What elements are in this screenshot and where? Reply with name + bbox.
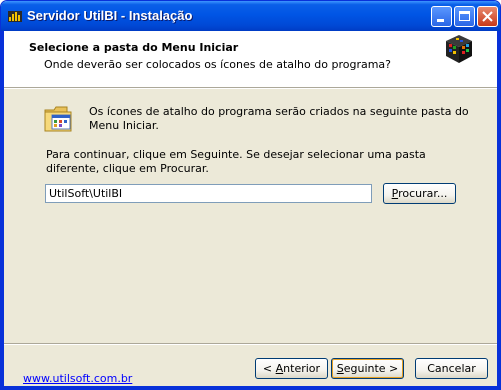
- close-icon: [482, 11, 493, 22]
- setup-window: Servidor UtilBI - Instalação Selecione a…: [0, 0, 501, 390]
- window-border-bottom: [1, 386, 500, 389]
- website-link[interactable]: www.utilsoft.com.br: [23, 372, 132, 385]
- page-title: Selecione a pasta do Menu Iniciar: [29, 41, 239, 54]
- instructions-text: Para continuar, clique em Seguinte. Se d…: [46, 148, 426, 175]
- window-title: Servidor UtilBI - Instalação: [27, 8, 193, 23]
- minimize-button[interactable]: [431, 6, 452, 27]
- installer-cube-icon: [444, 34, 474, 64]
- window-border-right: [497, 31, 500, 389]
- start-menu-folder-icon: [43, 102, 75, 134]
- header-divider: [4, 87, 497, 89]
- footer-divider: [4, 343, 497, 345]
- page-subtitle: Onde deverão ser colocados os ícones de …: [44, 58, 391, 71]
- app-icon: [7, 8, 23, 24]
- title-bar[interactable]: Servidor UtilBI - Instalação: [1, 1, 500, 31]
- maximize-button[interactable]: [454, 6, 475, 27]
- minimize-icon: [437, 19, 444, 22]
- next-button[interactable]: Seguinte >: [331, 358, 404, 379]
- cancel-button[interactable]: Cancelar: [415, 358, 488, 379]
- shortcut-info-text: Os ícones de atalho do programa serão cr…: [89, 105, 469, 132]
- maximize-icon: [459, 11, 470, 21]
- close-button[interactable]: [477, 6, 498, 27]
- window-border-left: [1, 31, 4, 389]
- browse-button[interactable]: Procurar...: [383, 183, 456, 204]
- start-menu-folder-input[interactable]: [45, 184, 372, 203]
- wizard-header: Selecione a pasta do Menu Iniciar Onde d…: [4, 31, 497, 87]
- back-button[interactable]: < Anterior: [255, 358, 328, 379]
